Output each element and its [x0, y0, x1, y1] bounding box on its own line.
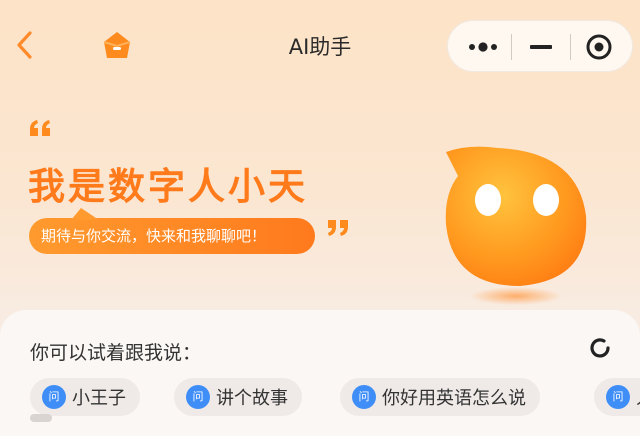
mascot-xiaotian — [445, 146, 587, 305]
hero-tagline: 期待与你交流，快来和我聊聊吧！ — [41, 227, 267, 245]
suggestions-panel: 你可以试着跟我说： 问 小王子 问 讲个故事 问 你好用英语怎么说 问 人 — [0, 310, 640, 436]
minimize-icon — [530, 45, 552, 49]
back-button[interactable] — [12, 28, 38, 62]
question-icon: 问 — [186, 385, 210, 409]
chip-label: 人 — [636, 384, 640, 410]
hero-tagline-bubble: 期待与你交流，快来和我聊聊吧！ — [29, 208, 315, 254]
mascot-avatar[interactable] — [428, 140, 600, 310]
chevron-left-icon — [17, 31, 32, 59]
navigation-bar: AI助手 — [0, 0, 640, 96]
refresh-button[interactable] — [586, 334, 614, 362]
home-icon — [103, 32, 131, 58]
suggestions-title: 你可以试着跟我说： — [30, 342, 202, 364]
chip-label: 小王子 — [72, 388, 126, 409]
close-quote-icon — [326, 218, 350, 242]
close-button[interactable] — [578, 27, 620, 67]
question-icon: 问 — [606, 385, 630, 409]
mini-program-capsule — [447, 20, 633, 72]
question-icon: 问 — [42, 385, 66, 409]
suggestion-chips: 问 小王子 问 讲个故事 问 你好用英语怎么说 问 人 — [28, 378, 640, 418]
suggestion-chip[interactable]: 问 你好用英语怎么说 — [340, 378, 540, 416]
scroll-indicator — [30, 414, 52, 422]
question-icon: 问 — [352, 385, 376, 409]
target-close-icon — [586, 34, 612, 60]
minimize-button[interactable] — [524, 27, 558, 67]
hero-headline: 我是数字人小天 — [28, 165, 308, 208]
more-button[interactable] — [462, 27, 508, 67]
chip-label: 你好用英语怎么说 — [382, 388, 526, 409]
suggestion-chip[interactable]: 问 人 — [594, 378, 640, 416]
chip-label: 讲个故事 — [216, 388, 288, 409]
refresh-icon — [590, 338, 610, 358]
bubble-tail — [71, 208, 99, 220]
suggestion-chip[interactable]: 问 小王子 — [30, 378, 140, 416]
capsule-divider — [511, 34, 512, 60]
capsule-divider — [570, 34, 571, 60]
home-button[interactable] — [98, 28, 136, 62]
open-quote-icon — [28, 118, 54, 142]
suggestion-chip[interactable]: 问 讲个故事 — [174, 378, 302, 416]
more-dots-icon — [469, 42, 497, 52]
page-title: AI助手 — [288, 35, 352, 59]
